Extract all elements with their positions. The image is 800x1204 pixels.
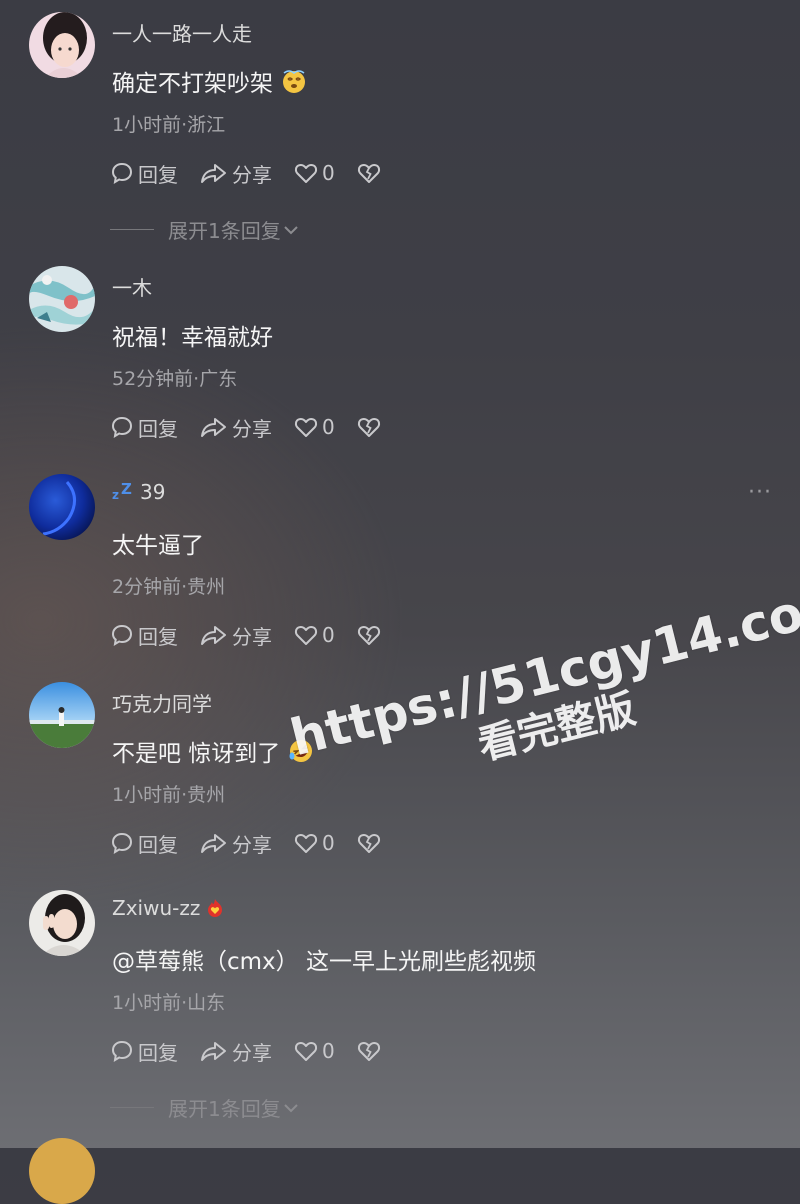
comment-meta: 1小时前·山东 xyxy=(112,992,226,1014)
share-button[interactable]: 分享 xyxy=(200,413,272,442)
reply-button[interactable]: 回复 xyxy=(110,159,178,188)
like-button[interactable]: 0 xyxy=(294,415,335,439)
like-button[interactable]: 0 xyxy=(294,161,335,185)
heart-icon xyxy=(294,164,318,183)
comment-text: @草莓熊（cmx） 这一早上光刷些彪视频 xyxy=(112,949,536,975)
divider-line xyxy=(110,229,154,230)
dislike-button[interactable] xyxy=(357,416,381,438)
fire-heart-badge-icon xyxy=(208,899,223,917)
share-arrow-icon xyxy=(201,1042,226,1061)
sleeping-zzz-icon: zZ xyxy=(112,481,132,502)
share-button[interactable]: 分享 xyxy=(200,159,272,188)
share-arrow-icon xyxy=(201,834,226,853)
watermark-caption: 看完整版 xyxy=(473,686,641,770)
avatar[interactable] xyxy=(29,12,95,78)
comment-text: 祝福！幸福就好 xyxy=(112,325,273,351)
share-button[interactable]: 分享 xyxy=(200,1037,272,1066)
speech-bubble-icon xyxy=(111,624,133,646)
avatar[interactable] xyxy=(29,890,95,956)
expand-replies-button[interactable]: 展开1条回复 xyxy=(110,215,299,244)
heart-icon xyxy=(294,834,318,853)
share-arrow-icon xyxy=(201,418,226,437)
share-button[interactable]: 分享 xyxy=(200,621,272,650)
comment-actions: 回复 分享 0 xyxy=(110,620,381,650)
dislike-button[interactable] xyxy=(357,1040,381,1062)
heart-icon xyxy=(294,418,318,437)
comment-meta: 1小时前·贵州 xyxy=(112,784,226,806)
dislike-button[interactable] xyxy=(357,832,381,854)
broken-heart-icon xyxy=(357,626,380,645)
watermark-url: https://51cgy14.com xyxy=(284,571,800,768)
expand-replies-button[interactable]: 展开1条回复 xyxy=(110,1093,299,1122)
avatar[interactable] xyxy=(29,474,95,540)
divider-line xyxy=(110,1107,154,1108)
comment-username[interactable]: 一木 xyxy=(112,272,152,301)
svg-text:Z: Z xyxy=(121,481,132,498)
like-button[interactable]: 0 xyxy=(294,1039,335,1063)
comment-meta: 2分钟前·贵州 xyxy=(112,576,226,598)
comment-actions: 回复 分享 0 xyxy=(110,412,381,442)
broken-heart-icon xyxy=(357,164,380,183)
like-button[interactable]: 0 xyxy=(294,623,335,647)
broken-heart-icon xyxy=(357,834,380,853)
reply-button[interactable]: 回复 xyxy=(110,1037,178,1066)
comment-text: 太牛逼了 xyxy=(112,533,204,559)
comment-username[interactable]: 一人一路一人走 xyxy=(112,18,252,47)
avatar[interactable] xyxy=(29,266,95,332)
comment-text: 不是吧 惊讶到了 xyxy=(112,734,314,768)
speech-bubble-icon xyxy=(111,832,133,854)
speech-bubble-icon xyxy=(111,416,133,438)
comment-meta: 1小时前·浙江 xyxy=(112,114,226,136)
chevron-down-icon xyxy=(284,225,298,234)
dizzy-face-emoji-icon xyxy=(283,70,305,93)
broken-heart-icon xyxy=(357,418,380,437)
comment-username[interactable]: Zxiwu-zz xyxy=(112,896,226,920)
heart-icon xyxy=(294,626,318,645)
share-arrow-icon xyxy=(201,626,226,645)
comment-meta: 52分钟前·广东 xyxy=(112,368,238,390)
reply-button[interactable]: 回复 xyxy=(110,413,178,442)
chevron-down-icon xyxy=(284,1103,298,1112)
dislike-button[interactable] xyxy=(357,624,381,646)
comment-actions: 回复 分享 0 xyxy=(110,1036,381,1066)
like-button[interactable]: 0 xyxy=(294,831,335,855)
speech-bubble-icon xyxy=(111,162,133,184)
svg-text:z: z xyxy=(112,488,119,502)
avatar[interactable] xyxy=(29,682,95,748)
comment-actions: 回复 分享 0 xyxy=(110,158,381,188)
reply-button[interactable]: 回复 xyxy=(110,621,178,650)
comment-username[interactable]: 巧克力同学 xyxy=(112,688,212,717)
speech-bubble-icon xyxy=(111,1040,133,1062)
reply-button[interactable]: 回复 xyxy=(110,829,178,858)
comment-actions: 回复 分享 0 xyxy=(110,828,381,858)
more-options-button[interactable]: ··· xyxy=(748,480,772,505)
share-button[interactable]: 分享 xyxy=(200,829,272,858)
heart-icon xyxy=(294,1042,318,1061)
dislike-button[interactable] xyxy=(357,162,381,184)
comment-username[interactable]: zZ 39 xyxy=(112,480,165,504)
rolling-laughing-emoji-icon xyxy=(289,740,313,762)
broken-heart-icon xyxy=(357,1042,380,1061)
share-arrow-icon xyxy=(201,164,226,183)
comment-text: 确定不打架吵架 xyxy=(112,64,307,98)
